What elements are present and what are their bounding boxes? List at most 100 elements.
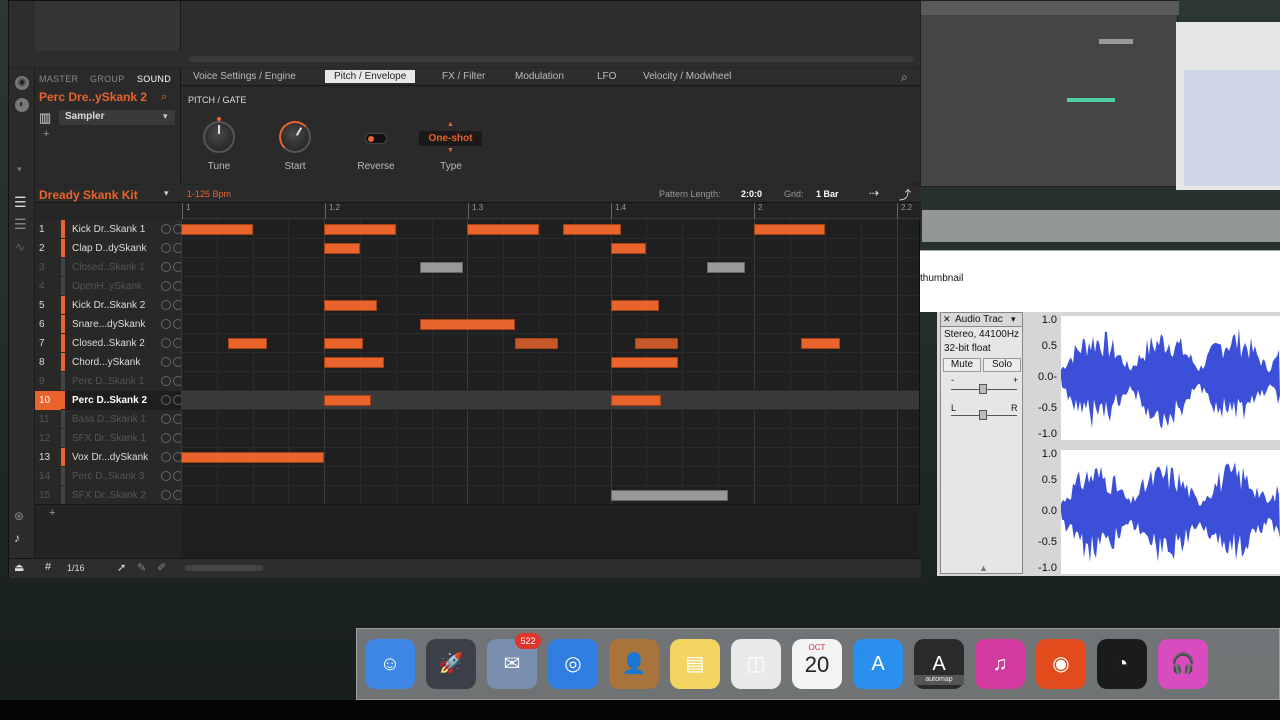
note[interactable] (610, 395, 661, 406)
safari-icon[interactable]: ◎ (548, 639, 598, 689)
track-row[interactable]: 7 Closed..Skank 2 (35, 334, 183, 353)
preview-icon[interactable]: ◫ (731, 639, 781, 689)
note[interactable] (181, 452, 325, 463)
grid-icon[interactable]: # (45, 561, 51, 573)
track-row[interactable]: 10 Perc D..Skank 2 (35, 391, 183, 410)
launchpad-icon[interactable]: 🚀 (426, 639, 476, 689)
pattern-length-value[interactable]: 2:0:0 (741, 189, 762, 199)
grid-row[interactable] (181, 296, 919, 315)
mute-icon[interactable] (161, 376, 171, 386)
track-row[interactable]: 12 SFX Dr..Skank 1 (35, 429, 183, 448)
track-name[interactable]: Perc D..Skank 3 (72, 471, 144, 482)
track-row[interactable]: 13 Vox Dr...dySkank (35, 448, 183, 467)
grid-row[interactable] (181, 391, 919, 410)
grid-row[interactable] (181, 486, 919, 505)
chevron-down-icon[interactable]: ▾ (164, 188, 169, 199)
track-name[interactable]: Kick Dr..Skank 2 (72, 300, 145, 311)
horizontal-scrollbar[interactable] (185, 565, 263, 571)
note[interactable] (706, 262, 746, 273)
plugin-icon[interactable]: ◐ (15, 98, 29, 112)
mute-icon[interactable] (161, 319, 171, 329)
track-name[interactable]: Kick Dr..Skank 1 (72, 224, 145, 235)
contacts-icon[interactable]: 👤 (609, 639, 659, 689)
note[interactable] (610, 243, 647, 254)
tab-modulation[interactable]: Modulation (515, 71, 564, 82)
pointer-icon[interactable]: ➚ (117, 561, 126, 574)
tab-lfo[interactable]: LFO (597, 71, 616, 82)
itunes-icon[interactable]: ♫ (975, 639, 1025, 689)
note[interactable] (324, 338, 363, 349)
note[interactable] (228, 338, 267, 349)
tab-group[interactable]: GROUP (90, 74, 125, 84)
solo-button[interactable]: Solo (983, 358, 1021, 372)
note[interactable] (514, 338, 558, 349)
note[interactable] (610, 300, 660, 311)
notes-icon[interactable]: ▤ (670, 639, 720, 689)
note[interactable] (563, 224, 621, 235)
clip-marker[interactable] (1067, 98, 1115, 102)
track-row[interactable]: 15 SFX Dr..Skank 2 (35, 486, 183, 505)
audacity-icon[interactable]: 🎧 (1158, 639, 1208, 689)
grid-row[interactable] (181, 315, 919, 334)
automap-icon[interactable]: Aautomap (914, 639, 964, 689)
tab-master[interactable]: MASTER (39, 74, 78, 84)
start-knob[interactable] (279, 121, 311, 153)
note[interactable] (610, 490, 729, 501)
top-scrollbar[interactable] (189, 56, 914, 62)
sound-icon[interactable]: ◉ (15, 76, 29, 90)
track-name[interactable]: Perc D..Skank 1 (72, 376, 144, 387)
eraser-icon[interactable]: ✐ (157, 561, 166, 574)
tab-voice-settings[interactable]: Voice Settings / Engine (193, 71, 296, 82)
track-name[interactable]: Snare...dySkank (72, 319, 145, 330)
track-row[interactable]: 1 Kick Dr..Skank 1 (35, 220, 183, 239)
track-name[interactable]: OpenH..ySkank (72, 281, 142, 292)
kit-name[interactable]: Dready Skank Kit (39, 188, 138, 202)
record-icon[interactable]: ◉ (1036, 639, 1086, 689)
add-icon[interactable]: + (49, 507, 55, 519)
mute-icon[interactable] (161, 433, 171, 443)
track-row[interactable]: 4 OpenH..ySkank (35, 277, 183, 296)
follow-icon[interactable]: ⇢ (869, 186, 879, 200)
waveform-left[interactable] (1061, 316, 1280, 440)
mute-button[interactable]: Mute (943, 358, 981, 372)
search-icon[interactable]: ⌕ (901, 70, 908, 85)
note[interactable] (634, 338, 678, 349)
mute-icon[interactable] (161, 281, 171, 291)
automation-lane[interactable] (181, 505, 919, 559)
list-icon[interactable]: ☰ (14, 194, 27, 211)
track-row[interactable]: 2 Clap D..dySkank (35, 239, 183, 258)
waveform-right[interactable] (1061, 450, 1280, 574)
note[interactable] (324, 300, 378, 311)
grid-row[interactable] (181, 467, 919, 486)
track-name[interactable]: Clap D..dySkank (72, 243, 146, 254)
mute-icon[interactable] (161, 471, 171, 481)
grid-list-icon[interactable]: ☰ (14, 216, 27, 233)
chevron-down-icon[interactable]: ▾ (1011, 314, 1016, 325)
mute-icon[interactable] (161, 490, 171, 500)
mute-icon[interactable] (161, 414, 171, 424)
track-name[interactable]: Closed..Skank 2 (72, 338, 145, 349)
track-row[interactable]: 11 Bass D..Skank 1 (35, 410, 183, 429)
note[interactable] (181, 224, 253, 235)
tab-pitch-envelope[interactable]: Pitch / Envelope (325, 70, 416, 83)
mute-icon[interactable] (161, 224, 171, 234)
grid-value[interactable]: 1 Bar (816, 189, 839, 199)
sound-name[interactable]: Perc Dre..ySkank 2 (39, 90, 147, 104)
obs-icon[interactable]: ◔ (1097, 639, 1147, 689)
reverse-toggle[interactable] (365, 133, 387, 144)
settings-icon[interactable]: ⊛ (14, 509, 24, 523)
note[interactable] (420, 262, 464, 273)
note[interactable] (324, 357, 385, 368)
close-icon[interactable]: ✕ (943, 314, 951, 325)
grid-row[interactable] (181, 277, 919, 296)
grid-row[interactable] (181, 239, 919, 258)
search-icon[interactable]: ⌕ (161, 91, 167, 104)
track-row[interactable]: 3 Closed..Skank 1 (35, 258, 183, 277)
plugin-select[interactable]: Sampler ▾ (59, 110, 175, 125)
mute-icon[interactable] (161, 262, 171, 272)
type-selector[interactable]: One-shot (419, 131, 482, 146)
chevron-down-icon[interactable]: ▼ (447, 147, 454, 154)
mute-icon[interactable] (161, 243, 171, 253)
note[interactable] (467, 224, 539, 235)
grid-row[interactable] (181, 429, 919, 448)
